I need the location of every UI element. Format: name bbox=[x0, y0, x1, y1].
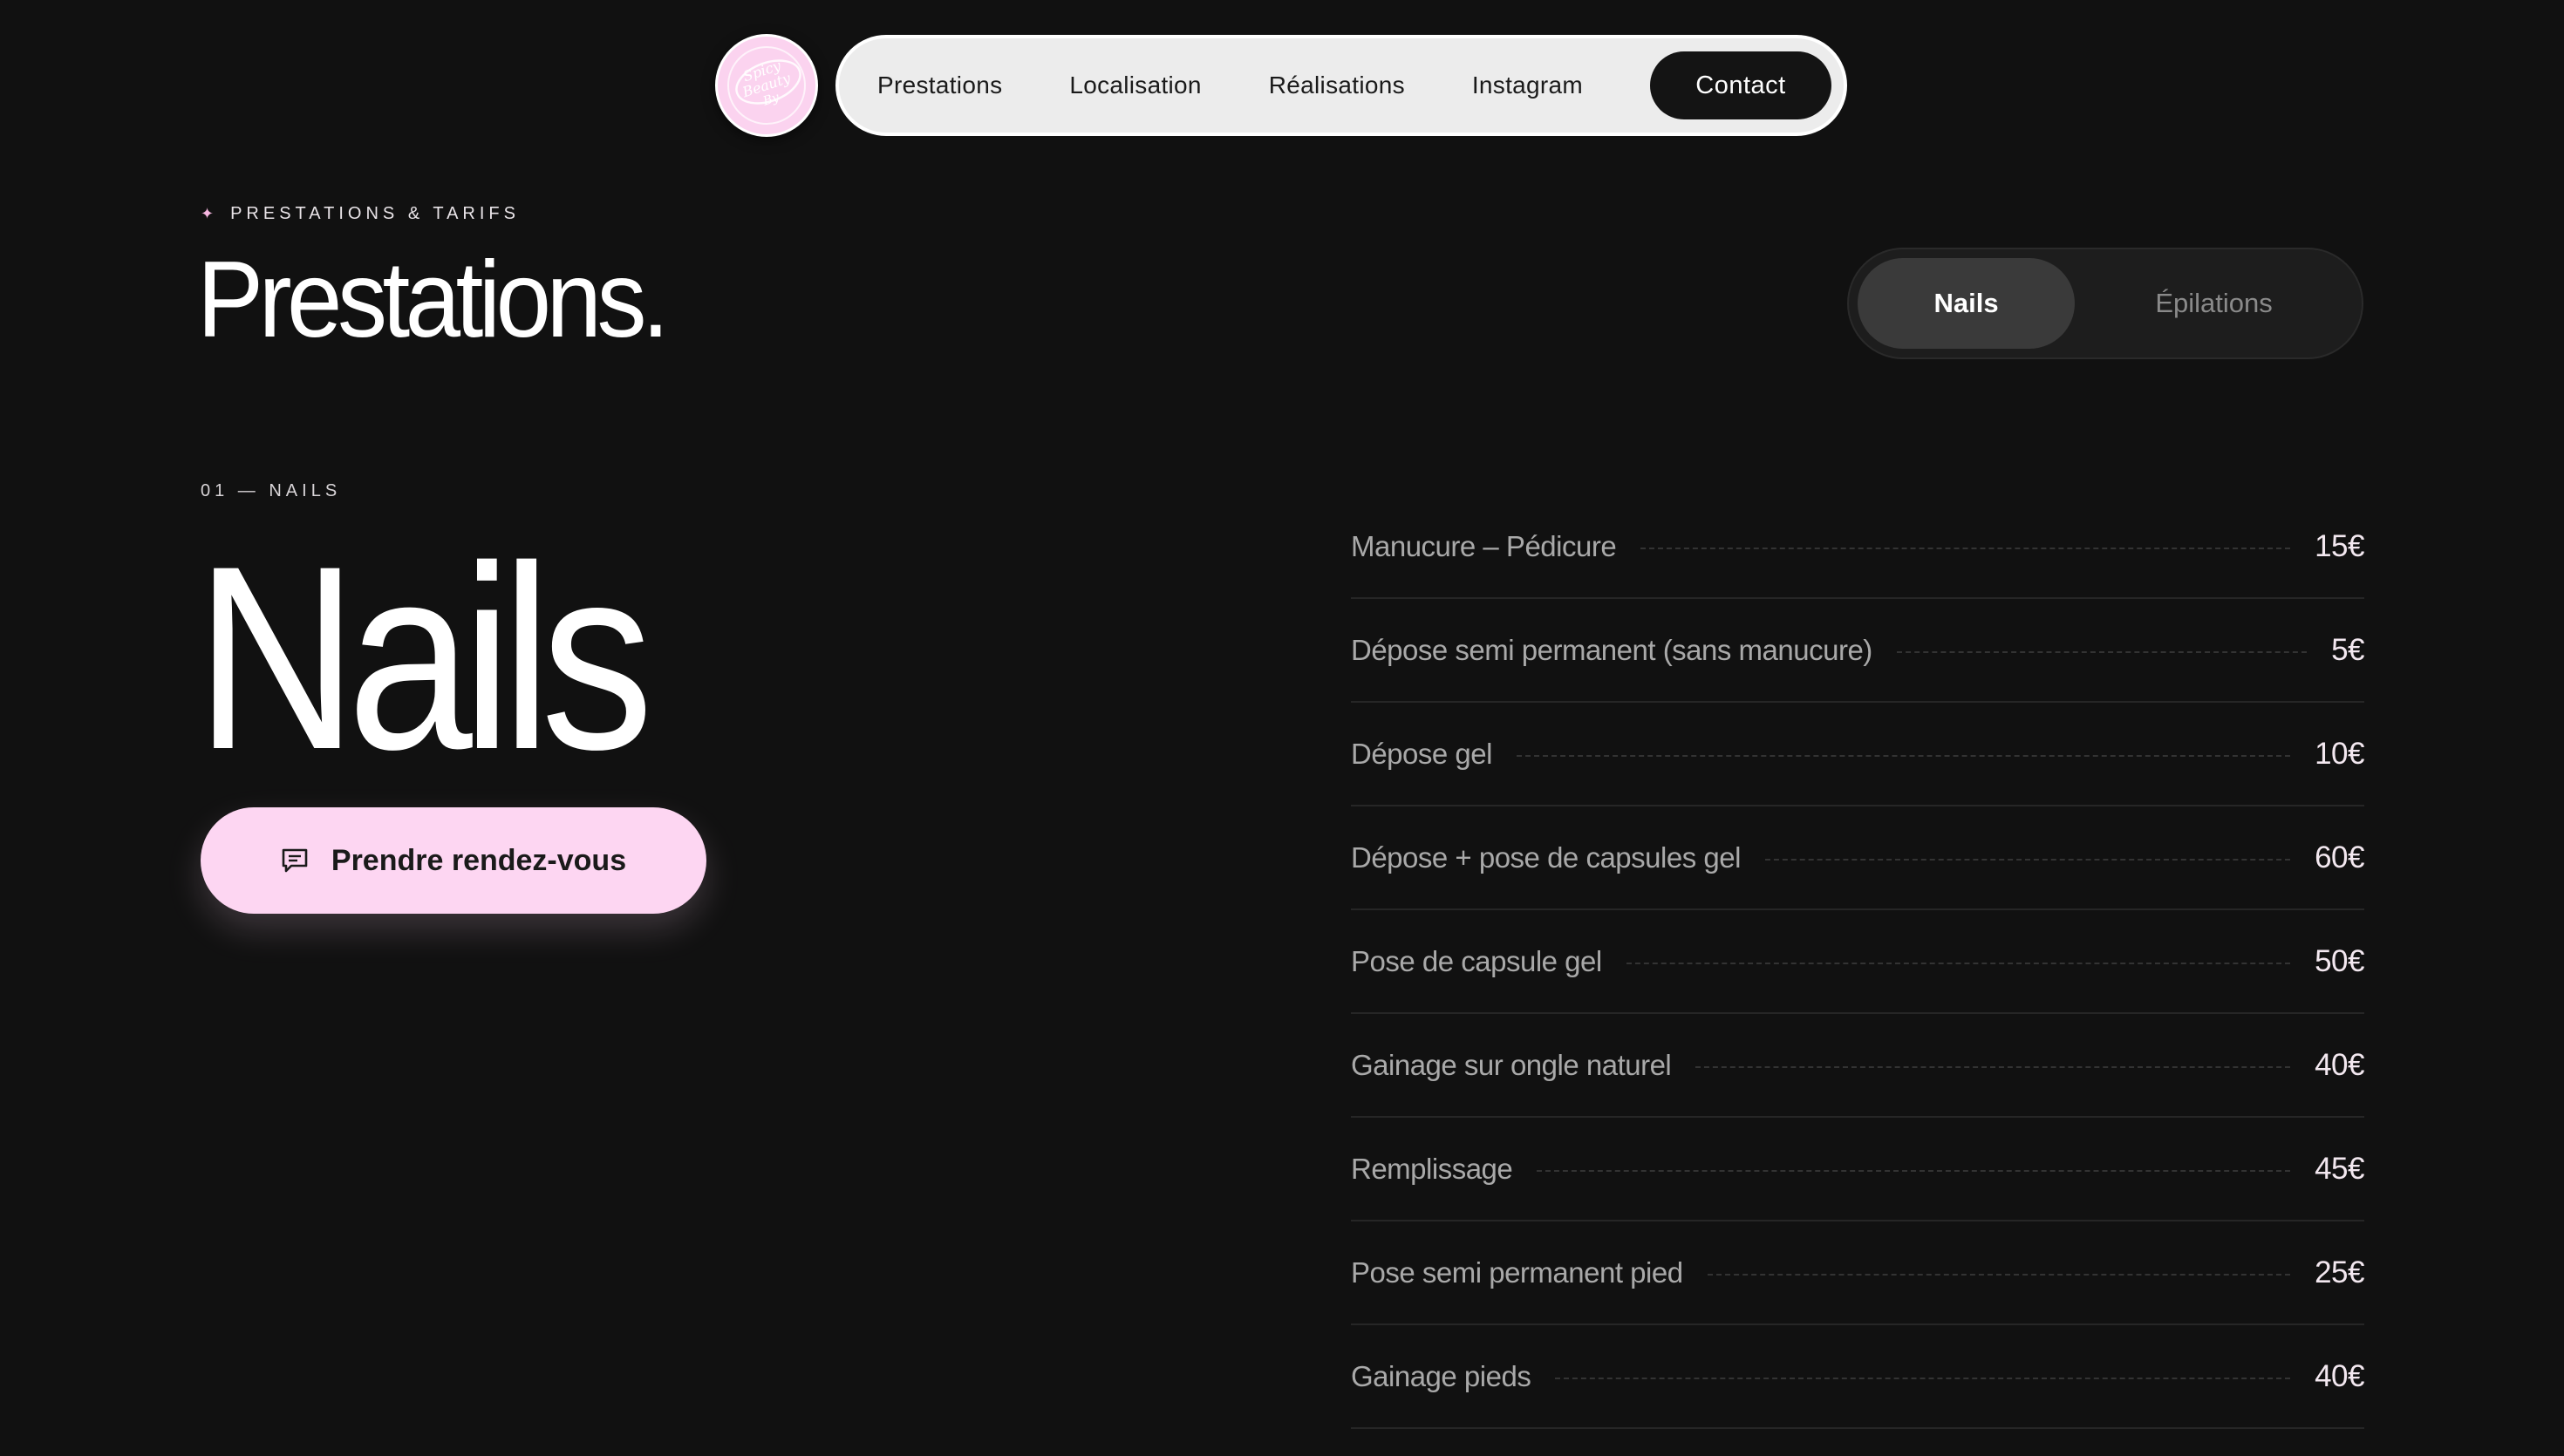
section-eyebrow: ✦ PRESTATIONS & TARIFS bbox=[201, 204, 520, 224]
price-row: Remplissage 45€ bbox=[1351, 1118, 2364, 1221]
price-row: Pose de capsule gel 50€ bbox=[1351, 910, 2364, 1014]
price-row: Gainage pieds 40€ bbox=[1351, 1325, 2364, 1429]
service-name: Gainage pieds bbox=[1351, 1359, 1531, 1392]
price-row: Pose semi permanent pied 25€ bbox=[1351, 1221, 2364, 1325]
service-price: 50€ bbox=[2315, 943, 2364, 978]
section-title: Nails bbox=[195, 511, 653, 804]
dotted-leader bbox=[1764, 858, 2291, 861]
service-name: Pose semi permanent pied bbox=[1351, 1255, 1683, 1289]
eyebrow-label: PRESTATIONS & TARIFS bbox=[230, 204, 520, 223]
service-name: Remplissage bbox=[1351, 1152, 1513, 1185]
service-price: 40€ bbox=[2315, 1358, 2364, 1393]
dotted-leader bbox=[1555, 1377, 2291, 1379]
nav-link-localisation[interactable]: Localisation bbox=[1069, 71, 1201, 99]
price-row: Dépose gel 10€ bbox=[1351, 703, 2364, 806]
dotted-leader bbox=[1537, 1169, 2291, 1172]
nav-link-realisations[interactable]: Réalisations bbox=[1269, 71, 1405, 99]
category-toggle: Nails Épilations bbox=[1847, 248, 2363, 359]
nav-pill: Prestations Localisation Réalisations In… bbox=[835, 35, 1847, 136]
service-name: Dépose gel bbox=[1351, 737, 1492, 770]
service-price: 5€ bbox=[2331, 632, 2364, 667]
nav-link-instagram[interactable]: Instagram bbox=[1472, 71, 1583, 99]
contact-button[interactable]: Contact bbox=[1650, 51, 1831, 119]
logo-emblem-icon: Spicy Beauty By bbox=[727, 46, 806, 125]
brand-logo[interactable]: Spicy Beauty By bbox=[715, 34, 818, 137]
nav-link-prestations[interactable]: Prestations bbox=[877, 71, 1002, 99]
book-appointment-button[interactable]: Prendre rendez-vous bbox=[201, 807, 706, 914]
service-name: Pose de capsule gel bbox=[1351, 944, 1602, 977]
cta-label: Prendre rendez-vous bbox=[331, 843, 627, 877]
top-navigation: Spicy Beauty By Prestations Localisation… bbox=[715, 33, 1847, 138]
service-name: Gainage sur ongle naturel bbox=[1351, 1048, 1672, 1081]
dotted-leader bbox=[1896, 650, 2308, 653]
service-price: 15€ bbox=[2315, 528, 2364, 563]
price-row: Dépose + pose de capsules gel 60€ bbox=[1351, 806, 2364, 910]
dotted-leader bbox=[1640, 547, 2291, 549]
service-name: Manucure – Pédicure bbox=[1351, 529, 1617, 562]
dotted-leader bbox=[1516, 754, 2291, 757]
message-icon bbox=[281, 847, 309, 874]
price-row: Dépose semi permanent (sans manucure) 5€ bbox=[1351, 599, 2364, 703]
section-number: 01 — NAILS bbox=[201, 481, 342, 500]
toggle-epilations[interactable]: Épilations bbox=[2075, 258, 2353, 349]
service-price: 45€ bbox=[2315, 1151, 2364, 1186]
service-name: Dépose + pose de capsules gel bbox=[1351, 840, 1741, 874]
page-title: Prestations. bbox=[197, 240, 670, 360]
price-row: Manucure – Pédicure 15€ bbox=[1351, 495, 2364, 599]
dotted-leader bbox=[1707, 1273, 2291, 1276]
service-name: Dépose semi permanent (sans manucure) bbox=[1351, 633, 1872, 666]
dotted-leader bbox=[1626, 962, 2291, 964]
price-list: Manucure – Pédicure 15€ Dépose semi perm… bbox=[1351, 495, 2364, 1429]
service-price: 25€ bbox=[2315, 1255, 2364, 1289]
service-price: 60€ bbox=[2315, 840, 2364, 874]
dotted-leader bbox=[1695, 1065, 2291, 1068]
price-row: Gainage sur ongle naturel 40€ bbox=[1351, 1014, 2364, 1118]
service-price: 10€ bbox=[2315, 736, 2364, 771]
toggle-nails[interactable]: Nails bbox=[1858, 258, 2076, 349]
service-price: 40€ bbox=[2315, 1047, 2364, 1082]
sparkle-icon: ✦ bbox=[201, 205, 219, 222]
